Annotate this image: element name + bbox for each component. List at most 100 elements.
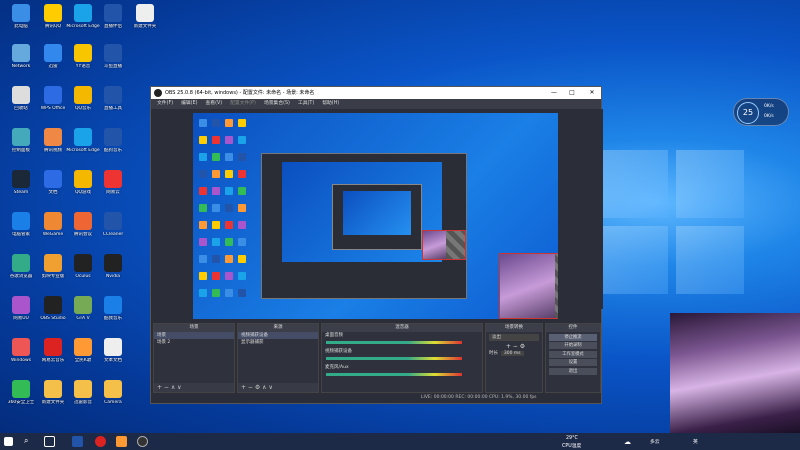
desktop-icon[interactable]: OBS Studio	[36, 296, 70, 321]
source-item[interactable]: 视频捕获设备	[238, 332, 318, 339]
preview-desktop-icon	[212, 187, 220, 195]
desktop-icon[interactable]: CCleaner	[96, 212, 130, 237]
taskbar-app-icon[interactable]	[72, 436, 83, 447]
scenes-toolbar[interactable]: + − ∧ ∨	[154, 383, 234, 392]
taskbar-app-icon[interactable]	[116, 436, 127, 447]
sources-toolbar[interactable]: + − ⚙ ∧ ∨	[238, 383, 318, 392]
desktop-icon-label: Microsoft Edge	[66, 148, 100, 153]
desktop-icon[interactable]: 控制面板	[4, 128, 38, 153]
desktop-icon[interactable]: GTA V	[66, 296, 100, 321]
desktop-icon[interactable]: Windows	[4, 338, 38, 363]
transition-add-remove[interactable]: + − ⚙	[486, 343, 542, 350]
desktop-icon[interactable]: 回收站	[4, 86, 38, 111]
menu-tools[interactable]: 工具(T)	[294, 99, 318, 109]
desktop-icon[interactable]: 文本文档	[96, 338, 130, 363]
preview-desktop-icon	[238, 221, 246, 229]
preview-desktop-icon	[199, 255, 207, 263]
menu-edit[interactable]: 编辑(E)	[177, 99, 201, 109]
desktop-icon[interactable]: 剪映专业版	[36, 254, 70, 279]
desktop-audio-meter[interactable]	[326, 341, 462, 344]
desktop-icon[interactable]: 直播工具	[96, 86, 130, 111]
desktop-icon[interactable]: 网易云音乐	[36, 338, 70, 363]
menu-profile[interactable]: 配置文件(P)	[226, 99, 260, 109]
desktop-icon[interactable]: 新建文件夹	[128, 4, 162, 29]
preview-desktop-icon	[199, 136, 207, 144]
desktop-icon[interactable]: 酷我音乐	[96, 296, 130, 321]
mic-meter[interactable]	[326, 373, 462, 376]
exit-button[interactable]: 退出	[549, 367, 597, 375]
settings-button[interactable]: 设置	[549, 359, 597, 366]
mixer-desktop-audio: 桌面音频	[325, 333, 343, 338]
menu-scene-collection[interactable]: 场景集合(S)	[260, 99, 294, 109]
scene-item[interactable]: 场景 2	[154, 339, 234, 346]
desktop-icon[interactable]: Network	[4, 44, 38, 69]
desktop-icon[interactable]: 迅雷	[36, 44, 70, 69]
desktop-icon[interactable]: YY语音	[66, 44, 100, 69]
mixer-video-capture: 视频捕获设备	[325, 349, 352, 354]
webcam-source[interactable]	[499, 253, 558, 319]
menu-view[interactable]: 查看(V)	[201, 99, 226, 109]
ime-indicator[interactable]: 英	[693, 438, 698, 445]
obs-window[interactable]: OBS 25.0.8 (64-bit, windows) - 配置文件: 未命名…	[150, 86, 603, 404]
duration-input[interactable]: 300 ms	[500, 351, 524, 356]
obs-titlebar[interactable]: OBS 25.0.8 (64-bit, windows) - 配置文件: 未命名…	[151, 87, 601, 99]
search-icon[interactable]: ⌕	[24, 436, 35, 447]
desktop-icon[interactable]: 腾讯视频	[36, 128, 70, 153]
preview-area[interactable]	[151, 109, 603, 319]
source-item[interactable]: 显示器捕获	[238, 339, 318, 346]
desktop-icon[interactable]: 网易云	[96, 170, 130, 195]
desktop-icon[interactable]: Microsoft Edge	[66, 4, 100, 29]
desktop-icon[interactable]: 腾讯会议	[66, 212, 100, 237]
preview-desktop-icon	[212, 153, 220, 161]
desktop-icon[interactable]: WeGame	[36, 212, 70, 237]
desktop-icon[interactable]: Microsoft Edge	[66, 128, 100, 153]
desktop-icon[interactable]: 此电脑	[4, 4, 38, 29]
preview-canvas[interactable]	[193, 113, 558, 319]
desktop-icon[interactable]: QQ音乐	[66, 86, 100, 111]
maximize-icon[interactable]: □	[565, 87, 579, 99]
duration-label: 时长	[489, 351, 498, 356]
desktop-icon[interactable]: Nvidia	[96, 254, 130, 279]
minimize-icon[interactable]: —	[547, 87, 561, 99]
desktop-icon[interactable]: Camera	[96, 380, 130, 405]
scene-item[interactable]: 场景	[154, 332, 234, 339]
app-icon	[104, 44, 122, 62]
desktop-icon[interactable]: Oculus	[66, 254, 100, 279]
video-capture-meter[interactable]	[326, 357, 462, 360]
desktop-icon[interactable]: 酷狗音乐	[96, 128, 130, 153]
obs-logo-icon	[154, 89, 162, 97]
desktop-icon[interactable]: 迅雷影音	[66, 380, 100, 405]
desktop-icon[interactable]: 新建文件夹	[36, 380, 70, 405]
taskbar-music-icon[interactable]	[95, 436, 106, 447]
start-icon[interactable]	[4, 437, 13, 446]
desktop-icon[interactable]: 360安全卫士	[4, 380, 38, 405]
desktop-icon[interactable]: Steam	[4, 170, 38, 195]
studio-mode-button[interactable]: 工作室模式	[549, 350, 597, 358]
app-icon	[12, 4, 30, 22]
transition-select[interactable]: 淡出	[489, 334, 539, 341]
taskbar-obs-icon[interactable]	[137, 436, 148, 447]
app-icon	[74, 380, 92, 398]
desktop-icon[interactable]: 网易UU	[4, 296, 38, 321]
desktop-icon-label: 酷狗音乐	[104, 148, 122, 153]
desktop-icon[interactable]: 全民K歌	[66, 338, 100, 363]
desktop-icon[interactable]: 腾讯QQ	[36, 4, 70, 29]
task-view-icon[interactable]	[44, 436, 55, 447]
desktop-icon-label: QQ游戏	[74, 190, 92, 195]
desktop-icon[interactable]: 斗鱼直播	[96, 44, 130, 69]
desktop-icon[interactable]: WPS Office	[36, 86, 70, 111]
app-icon	[44, 170, 62, 188]
mixer-title: 混音器	[322, 324, 482, 332]
desktop-icon[interactable]: 电脑管家	[4, 212, 38, 237]
desktop-icon[interactable]: 直播伴侣	[96, 4, 130, 29]
desktop-icon[interactable]: 文档	[36, 170, 70, 195]
menu-file[interactable]: 文件(F)	[153, 99, 177, 109]
start-recording-button[interactable]: 开始录制	[549, 342, 597, 349]
stop-streaming-button[interactable]: 停止推流	[549, 333, 597, 341]
desktop-icon[interactable]: QQ游戏	[66, 170, 100, 195]
app-icon	[74, 212, 92, 230]
net-speed-widget[interactable]: 25 0K/s 0K/s	[733, 98, 789, 126]
close-icon[interactable]: ✕	[585, 87, 599, 99]
desktop-icon[interactable]: 谷歌浏览器	[4, 254, 38, 279]
menu-help[interactable]: 帮助(H)	[318, 99, 343, 109]
